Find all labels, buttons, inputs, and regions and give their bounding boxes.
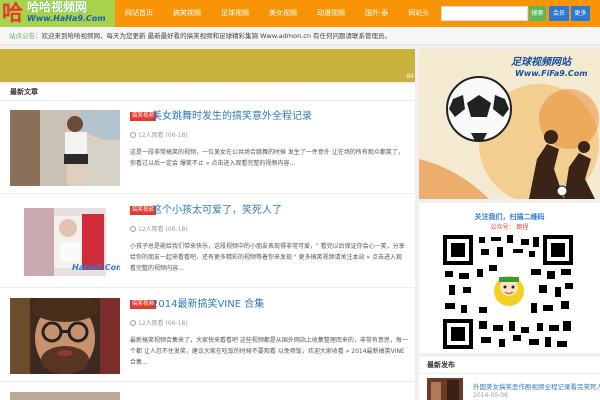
article-thumbnail[interactable]: HaHa9.Com bbox=[10, 204, 120, 280]
member-button[interactable]: 会员 bbox=[549, 6, 569, 21]
article-title[interactable]: 美女跳舞时发生的搞笑意外全程记录 bbox=[152, 110, 312, 123]
svg-text:HaHa9.Com: HaHa9.Com bbox=[72, 263, 120, 272]
article-item bbox=[0, 383, 415, 400]
logo-glyph: 哈 bbox=[2, 1, 23, 25]
qr-code-image bbox=[443, 235, 573, 349]
article-views: 12人观看 bbox=[138, 226, 164, 233]
qr-account: 公众号： 跑捏 bbox=[490, 224, 529, 231]
promo-title: 足球视频网站 bbox=[511, 57, 571, 68]
article-title[interactable]: 这个小孩太可爱了，笑死人了 bbox=[152, 204, 282, 217]
site-logo[interactable]: 哈 哈哈视频网 Www.HaHa9.Com bbox=[0, 0, 115, 27]
qr-caption: 关注我们，扫描二维码 bbox=[474, 213, 545, 221]
clock-icon bbox=[130, 226, 136, 232]
article-date: (06-18) bbox=[165, 320, 188, 327]
dropdown-button[interactable]: 更多 bbox=[571, 6, 590, 21]
logo-title: 哈哈视频网 bbox=[27, 0, 88, 14]
nav-item-home[interactable]: 网站首页 bbox=[115, 0, 163, 27]
sidebar-promo-image[interactable]: 足球视频网站 Www.FiFa9.Com bbox=[419, 49, 600, 199]
section-header: 最新文章 bbox=[0, 84, 415, 101]
sidebar-qr-box: 关注我们，扫描二维码 公众号： 跑捏 bbox=[419, 203, 600, 353]
nav-item-anime[interactable]: 动漫视频 bbox=[307, 0, 355, 27]
clock-icon bbox=[130, 132, 136, 138]
article-thumbnail[interactable] bbox=[10, 392, 120, 400]
article-views: 12人观看 bbox=[138, 132, 164, 139]
notice-content: 欢迎来到哈哈视频网，每天为您更新 最新最好看的搞笑视频和足球精彩集锦 Www.a… bbox=[41, 32, 392, 40]
nav-item-beauty[interactable]: 美女视频 bbox=[259, 0, 307, 27]
sidebar-latest-header: 最新发布 bbox=[419, 357, 600, 374]
article-description: 最新搞笑视频合集来了，大家快来看看吧 这些视频都是从国外网站上收集整理而来的，非… bbox=[130, 337, 408, 366]
section-title: 最新文章 bbox=[10, 88, 38, 96]
article-meta: 12人观看 (06-18) bbox=[130, 225, 188, 234]
article-list: 最新文章 搞笑视频 美女跳舞时发生的搞笑意外全程记录 12人观看 (06-18)… bbox=[0, 84, 415, 400]
nav-item-foreign[interactable]: 国外·泰 bbox=[355, 0, 398, 27]
search-button[interactable]: 搜索 bbox=[529, 6, 546, 21]
nav-item-football[interactable]: 足球视频 bbox=[211, 0, 259, 27]
article-item: HaHa9.Com 搞笑视频 这个小孩太可爱了，笑死人了 12人观看 (06-1… bbox=[0, 195, 415, 288]
dropdown-label: 更多 bbox=[574, 10, 587, 17]
article-description: 这是一段非常搞笑的视频，一位美女在公共场合跳舞的时候 发生了一件意外 让在场的所… bbox=[130, 149, 404, 167]
clock-icon bbox=[130, 320, 136, 326]
sidebar-latest: 最新发布 外国美女搞笑恶作剧视频全程记录看完笑死人 2014-05-06 bbox=[419, 357, 600, 400]
sidebar-latest-title: 最新发布 bbox=[427, 361, 455, 369]
article-item: 搞笑视频 2014最新搞笑VINE 合集 12人观看 (06-18) 最新搞笑视… bbox=[0, 289, 415, 382]
latest-thumbnail[interactable] bbox=[427, 378, 463, 400]
article-title[interactable]: 2014最新搞笑VINE 合集 bbox=[152, 298, 264, 311]
ad-banner[interactable]: 99 bbox=[0, 49, 415, 82]
article-thumbnail[interactable] bbox=[10, 298, 120, 374]
main-nav: 网站首页 搞笑视频 足球视频 美女视频 动漫视频 国外·泰 网站头 bbox=[115, 0, 439, 27]
search-input[interactable] bbox=[441, 6, 528, 21]
article-description: 小孩子总是能给我们带来快乐，这段视频中的小朋友表现得非常可爱，" 看完以后保证你… bbox=[130, 243, 405, 272]
article-date: (06-18) bbox=[165, 132, 188, 139]
article-thumbnail[interactable] bbox=[10, 110, 120, 186]
article-item: 搞笑视频 美女跳舞时发生的搞笑意外全程记录 12人观看 (06-18) 这是一段… bbox=[0, 101, 415, 194]
notice-label: 站点公告： bbox=[9, 32, 42, 40]
article-date: (06-18) bbox=[165, 226, 188, 233]
nav-item-funny[interactable]: 搞笑视频 bbox=[163, 0, 211, 27]
article-meta: 12人观看 (06-18) bbox=[130, 319, 188, 328]
top-header: 哈 哈哈视频网 Www.HaHa9.Com 网站首页 搞笑视频 足球视频 美女视… bbox=[0, 0, 600, 27]
banner-number: 99 bbox=[406, 73, 414, 80]
article-meta: 12人观看 (06-18) bbox=[130, 131, 188, 140]
promo-url: Www.FiFa9.Com bbox=[515, 69, 588, 78]
notice-text: 站点公告：欢迎来到哈哈视频网，每天为您更新 最新最好看的搞笑视频和足球精彩集锦 … bbox=[9, 27, 391, 45]
article-views: 12人观看 bbox=[138, 320, 164, 327]
latest-link[interactable]: 外国美女搞笑恶作剧视频全程记录看完笑死人 bbox=[473, 381, 600, 391]
logo-url: Www.HaHa9.Com bbox=[27, 14, 106, 23]
nav-item-more[interactable]: 网站头 bbox=[398, 0, 439, 27]
latest-date: 2014-05-06 bbox=[473, 392, 508, 399]
notice-bar: 站点公告：欢迎来到哈哈视频网，每天为您更新 最新最好看的搞笑视频和足球精彩集锦 … bbox=[0, 27, 600, 45]
